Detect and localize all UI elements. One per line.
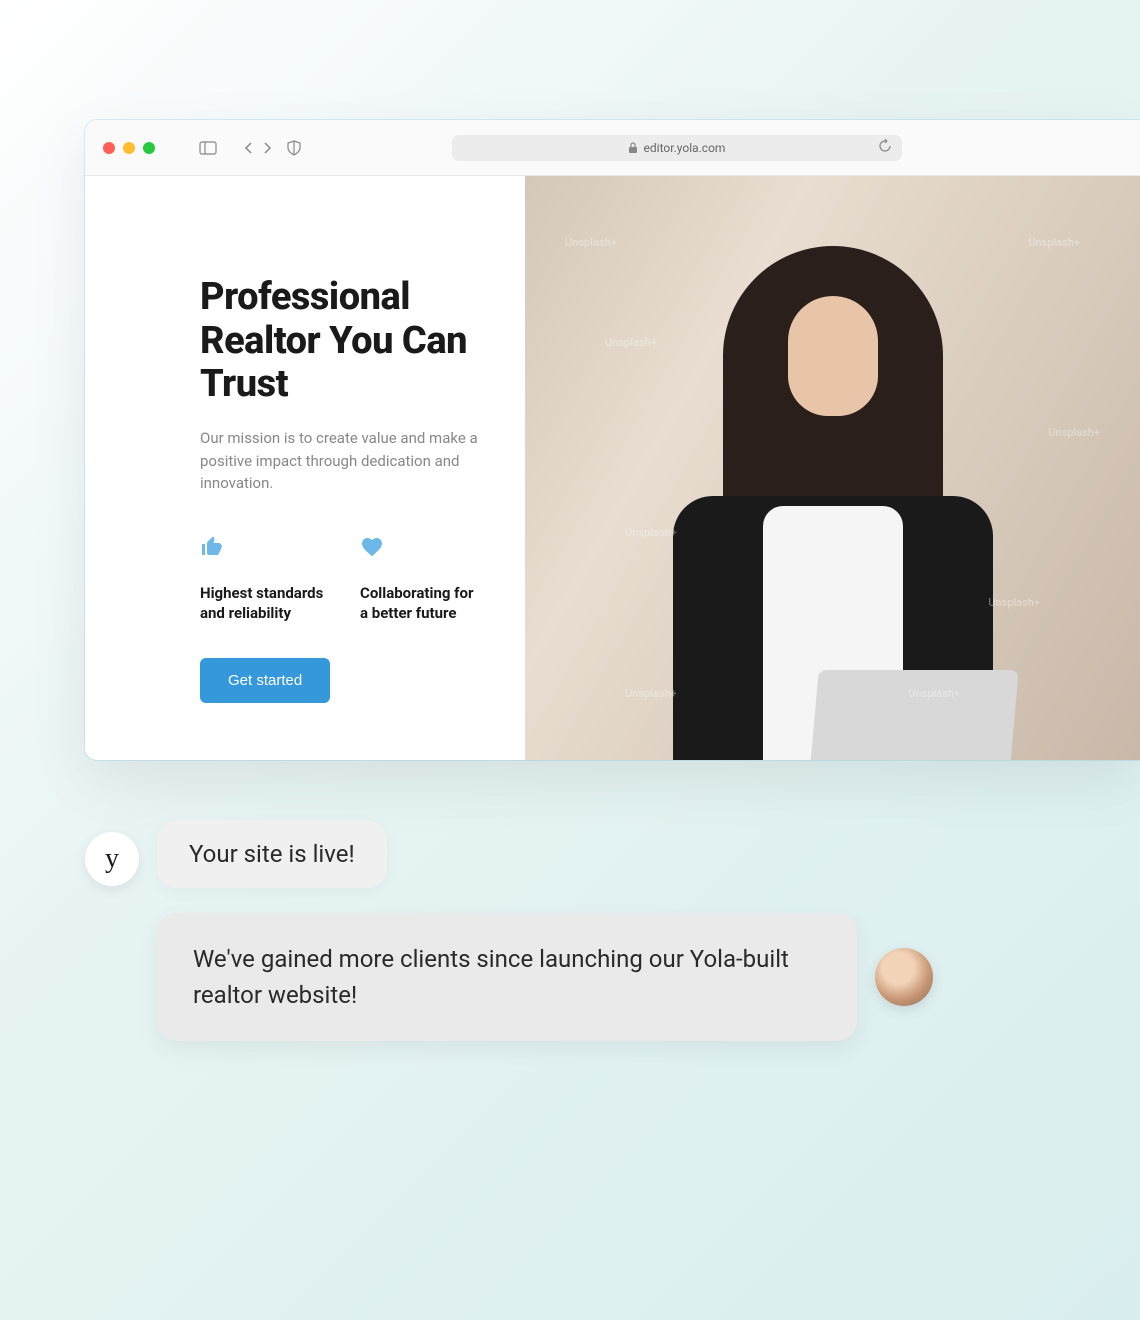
chat-bubble-2: We've gained more clients since launchin… — [157, 913, 857, 1041]
back-icon[interactable] — [243, 141, 253, 155]
forward-icon[interactable] — [263, 141, 273, 155]
feature-2-title: Collaborating for a better future — [360, 583, 485, 624]
hero-left: Professional Realtor You Can Trust Our m… — [85, 176, 525, 760]
shield-icon[interactable] — [287, 140, 301, 156]
window-minimize-icon[interactable] — [123, 142, 135, 154]
yola-letter: y — [105, 843, 119, 875]
hero-subtitle: Our mission is to create value and make … — [200, 427, 480, 495]
chat-row-1: y Your site is live! — [85, 820, 1055, 888]
chat-row-2: We've gained more clients since launchin… — [157, 913, 1055, 1041]
chat-section: y Your site is live! We've gained more c… — [85, 820, 1055, 1041]
hero-title: Professional Realtor You Can Trust — [200, 276, 485, 407]
address-bar[interactable]: editor.yola.com — [452, 135, 902, 161]
refresh-icon[interactable] — [878, 139, 892, 156]
url-text: editor.yola.com — [644, 141, 726, 155]
watermark: Unsplash+ — [625, 526, 677, 539]
watermark: Unsplash+ — [1028, 236, 1080, 249]
user-avatar — [875, 948, 933, 1006]
watermark: Unsplash+ — [988, 596, 1040, 609]
thumbs-up-icon — [200, 535, 325, 565]
yola-avatar: y — [85, 832, 139, 886]
hero-right: Unsplash+ Unsplash+ Unsplash+ Unsplash+ … — [525, 176, 1140, 760]
watermark: Unsplash+ — [565, 236, 617, 249]
chat-bubble-1: Your site is live! — [157, 820, 387, 888]
watermark: Unsplash+ — [625, 687, 677, 700]
watermark: Unsplash+ — [908, 687, 960, 700]
page-content: Professional Realtor You Can Trust Our m… — [85, 176, 1140, 760]
feature-2: Collaborating for a better future — [360, 535, 485, 624]
browser-window: editor.yola.com Professional Realtor You… — [85, 120, 1140, 760]
watermark: Unsplash+ — [605, 336, 657, 349]
window-close-icon[interactable] — [103, 142, 115, 154]
window-maximize-icon[interactable] — [143, 142, 155, 154]
get-started-button[interactable]: Get started — [200, 658, 330, 703]
feature-1: Highest standards and reliability — [200, 535, 325, 624]
traffic-lights — [103, 142, 155, 154]
features-row: Highest standards and reliability Collab… — [200, 535, 485, 624]
sidebar-toggle-icon[interactable] — [199, 141, 217, 155]
watermark: Unsplash+ — [1048, 426, 1100, 439]
browser-chrome: editor.yola.com — [85, 120, 1140, 176]
hero-image: Unsplash+ Unsplash+ Unsplash+ Unsplash+ … — [525, 176, 1140, 760]
feature-1-title: Highest standards and reliability — [200, 583, 325, 624]
lock-icon — [628, 142, 638, 154]
heart-icon — [360, 535, 485, 565]
